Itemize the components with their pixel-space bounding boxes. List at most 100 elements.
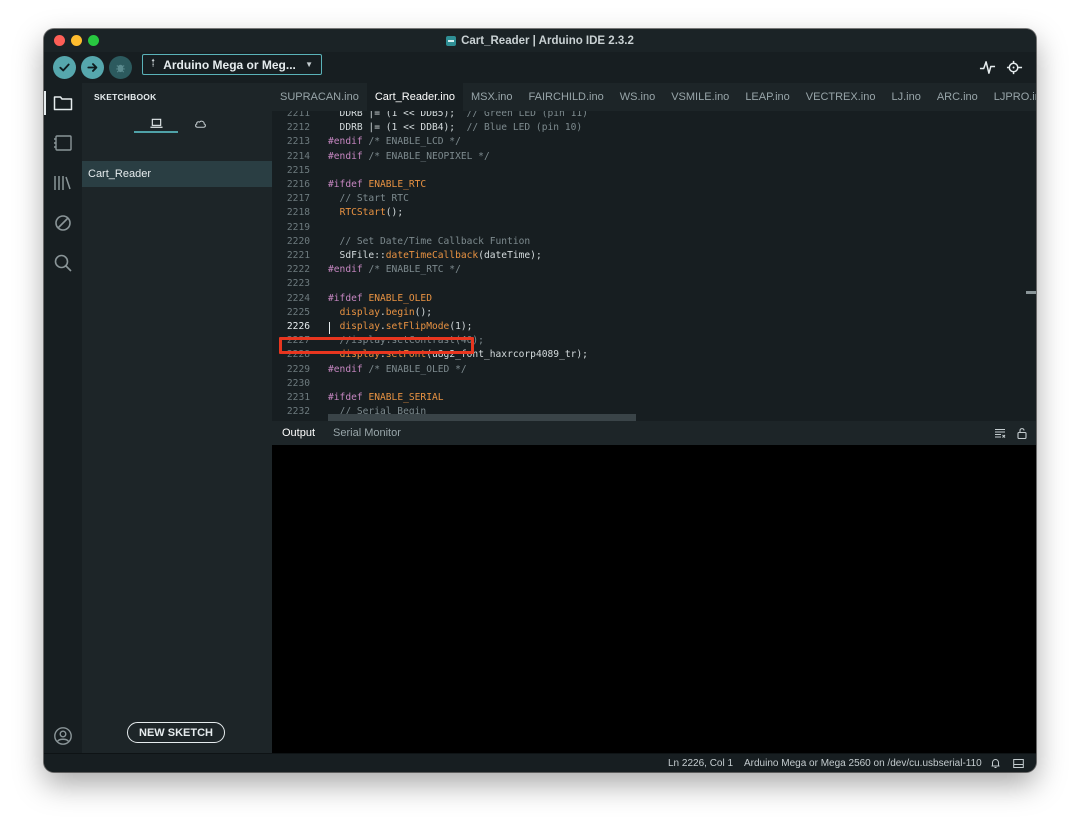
line-number: 2232 [286,406,310,418]
line-number: 2212 [286,122,310,134]
text-cursor [329,322,330,334]
board-icon [54,135,72,151]
serial-monitor-icon [1006,60,1022,74]
upload-button[interactable] [81,56,104,79]
line-number: 2224 [286,292,310,304]
code-text: // Set Date/Time Callback Funtion [328,235,531,247]
sketchbook-sidebar: SKETCHBOOK Cart_Reader NEW SKETCH [82,83,272,753]
arrow-right-icon [87,63,98,72]
line-number: 2216 [286,179,310,190]
sketchbook-item-label: Cart_Reader [88,168,151,180]
sidebar-title: SKETCHBOOK [94,92,157,102]
usb-icon: ⭫ [151,56,156,70]
sidebar-tab-underline [134,131,178,133]
tab-output[interactable]: Output [278,427,319,439]
line-number: 2223 [286,278,310,290]
line-number: 2229 [286,363,310,375]
code-text: #endif /* ENABLE_LCD */ [328,136,461,148]
tab-msx[interactable]: MSX.ino [463,83,521,111]
tab-lj[interactable]: LJ.ino [883,83,928,111]
serial-plotter-icon [979,60,995,74]
tab-vectrex[interactable]: VECTREX.ino [798,83,884,111]
tab-arc[interactable]: ARC.ino [929,83,986,111]
code-line: 2224 #ifdef ENABLE_OLED [272,293,1036,307]
serial-plotter-button[interactable] [978,58,996,76]
editor-horizontal-scrollbar[interactable] [328,414,636,421]
toggle-panel-icon[interactable] [1013,758,1024,769]
zoom-window-button[interactable] [88,35,99,46]
unlock-icon[interactable] [1016,427,1028,439]
output-panel-header: Output Serial Monitor [272,421,1036,445]
tab-serial-monitor[interactable]: Serial Monitor [329,427,405,439]
line-number: 2230 [286,377,310,389]
activity-boards-manager[interactable] [53,133,73,153]
code-line: 2225 display.begin(); [272,307,1036,321]
code-text: #ifdef ENABLE_OLED [328,292,432,304]
line-number: 2218 [286,207,310,219]
line-number: 2213 [286,136,310,148]
checkmark-icon [59,63,70,72]
activity-bar [44,83,82,753]
board-port-status[interactable]: Arduino Mega or Mega 2560 on /dev/cu.usb… [744,758,982,769]
board-selector[interactable]: ⭫ Arduino Mega or Meg... ▼ [142,54,322,75]
tab-fairchild[interactable]: FAIRCHILD.ino [521,83,612,111]
title-bar: Cart_Reader | Arduino IDE 2.3.2 [44,29,1036,53]
code-line: 2213 #endif /* ENABLE_LCD */ [272,136,1036,150]
verify-button[interactable] [53,56,76,79]
code-editor[interactable]: 2233 Serial.begin(9600);2232 // Serial B… [272,111,1036,421]
line-number: 2215 [286,164,310,176]
code-line: 2215 [272,165,1036,179]
toolbar: ⭫ Arduino Mega or Meg... ▼ [44,52,1036,83]
code-line: 2220 // Set Date/Time Callback Funtion [272,236,1036,250]
chevron-down-icon: ▼ [305,60,313,69]
code-line: 2214 #endif /* ENABLE_NEOPIXEL */ [272,151,1036,165]
clear-output-icon[interactable] [994,427,1006,439]
code-text: RTCStart(); [339,207,404,219]
code-line: 2226 display.setFlipMode(1); [272,321,1036,335]
title-wrap: Cart_Reader | Arduino IDE 2.3.2 [446,35,634,47]
code-line: 2221 SdFile::dateTimeCallback(dateTime); [272,250,1036,264]
activity-search[interactable] [53,253,73,273]
panel-icons [994,427,1028,439]
tab-local-sketchbook[interactable] [134,113,178,133]
folder-icon [53,96,73,111]
tab-ws[interactable]: WS.ino [612,83,663,111]
activity-account[interactable] [53,726,73,746]
tab-cart-reader[interactable]: Cart_Reader.ino [366,83,463,111]
code-line: 2219 [272,222,1036,236]
minimize-window-button[interactable] [71,35,82,46]
tab-cloud-sketchbook[interactable] [178,113,222,133]
search-icon [54,254,72,272]
code-text: #ifdef ENABLE_RTC [328,179,427,190]
line-number: 2225 [286,306,310,318]
tab-vsmile[interactable]: VSMILE.ino [663,83,737,111]
code-text: #endif /* ENABLE_NEOPIXEL */ [328,150,490,162]
line-number: 2211 [286,111,310,119]
output-console[interactable] [272,445,1036,753]
new-sketch-button[interactable]: NEW SKETCH [127,722,225,743]
code-text: #endif /* ENABLE_RTC */ [328,264,461,276]
sketchbook-item-cart-reader[interactable]: Cart_Reader [82,161,272,187]
activity-library-manager[interactable] [53,173,73,193]
close-window-button[interactable] [54,35,65,46]
library-icon [54,176,71,190]
code-line: 2217 // Start RTC [272,193,1036,207]
tab-leap[interactable]: LEAP.ino [737,83,797,111]
line-number: 2231 [286,392,310,403]
status-bar: Ln 2226, Col 1 Arduino Mega or Mega 2560… [44,753,1036,772]
board-selector-label: Arduino Mega or Meg... [163,57,296,72]
serial-monitor-button[interactable] [1005,58,1023,76]
code-text: SdFile::dateTimeCallback(dateTime); [328,250,542,261]
activity-sketchbook[interactable] [53,93,73,113]
tab-ljpro[interactable]: LJPRO.ino [986,83,1036,111]
code-line: 2212 DDRB |= (1 << DDB4); // Blue LED (p… [272,122,1036,136]
tab-supracan[interactable]: SUPRACAN.ino [272,83,367,111]
code-line: 2218 RTCStart(); [272,207,1036,221]
code-text: DDRB |= (1 << DDB5); // Green LED (pin 1… [328,111,588,119]
window-controls [54,35,99,46]
cursor-position[interactable]: Ln 2226, Col 1 [668,758,733,769]
line-number: 2217 [286,193,310,205]
debug-button[interactable] [109,56,132,79]
activity-debug[interactable] [53,213,73,233]
bell-icon[interactable] [990,758,1001,769]
